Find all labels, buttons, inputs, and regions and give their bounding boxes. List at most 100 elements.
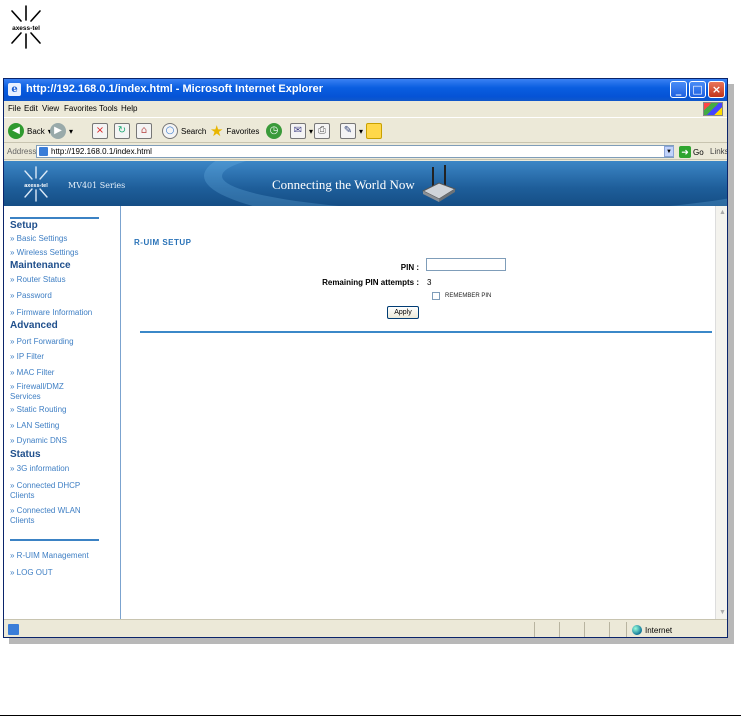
scroll-up-icon[interactable]: ▲: [719, 209, 726, 216]
forward-arrow-icon: ▶: [50, 123, 66, 139]
print-button[interactable]: ⎙: [314, 122, 330, 140]
browser-window: e http://192.168.0.1/index.html - Micros…: [3, 78, 728, 638]
menu-edit[interactable]: Edit: [24, 104, 38, 113]
search-label: Search: [181, 126, 207, 136]
sidebar-item-static-routing[interactable]: » Static Routing: [10, 405, 110, 415]
back-button[interactable]: ◀ Back ▾: [8, 122, 52, 140]
menu-view[interactable]: View: [42, 104, 59, 113]
apply-button[interactable]: Apply: [387, 306, 419, 319]
status-separator: [626, 622, 627, 637]
history-icon: ◷: [266, 123, 282, 139]
main-panel: R-UIM SETUP PIN : Remaining PIN attempts…: [122, 206, 715, 619]
sidebar-item-ip-filter[interactable]: » IP Filter: [10, 352, 110, 362]
edit-button[interactable]: ✎ ▾: [340, 122, 363, 140]
close-button[interactable]: ×: [708, 81, 725, 98]
banner-slogan: Connecting the World Now: [272, 177, 415, 192]
sidebar-divider: [10, 539, 99, 541]
sidebar-item-wireless-settings[interactable]: » Wireless Settings: [10, 248, 110, 258]
sidebar-item-password[interactable]: » Password: [10, 291, 110, 301]
scroll-down-icon[interactable]: ▼: [719, 609, 726, 616]
address-dropdown-icon[interactable]: ▼: [664, 146, 674, 157]
banner-logo-text: axess-tel: [24, 183, 48, 189]
sidebar-item-port-forwarding[interactable]: » Port Forwarding: [10, 337, 110, 347]
sidebar-item-mac-filter[interactable]: » MAC Filter: [10, 368, 110, 378]
doc-logo-text: axess-tel: [12, 25, 40, 32]
pin-label: PIN :: [400, 263, 419, 272]
windows-logo-icon: [703, 102, 723, 116]
menu-favorites[interactable]: Favorites: [64, 104, 97, 113]
history-button[interactable]: ◷: [266, 122, 282, 140]
window-title: http://192.168.0.1/index.html - Microsof…: [26, 83, 324, 95]
menu-help[interactable]: Help: [121, 104, 137, 113]
address-input[interactable]: http://192.168.0.1/index.html: [36, 145, 674, 158]
search-icon: ○: [162, 123, 178, 139]
vertical-scrollbar[interactable]: ▲ ▼: [715, 206, 727, 619]
refresh-icon: ↻: [114, 123, 130, 139]
minimize-button[interactable]: _: [670, 81, 687, 98]
go-arrow-icon: ➜: [679, 146, 691, 158]
sidebar-item-3g-information[interactable]: » 3G information: [10, 464, 110, 474]
refresh-button[interactable]: ↻: [114, 122, 130, 140]
sidebar-item-dynamic-dns[interactable]: » Dynamic DNS: [10, 436, 110, 446]
go-label: Go: [693, 147, 704, 157]
folder-icon: [366, 123, 382, 139]
sidebar-heading-status: Status: [10, 449, 41, 460]
forward-button[interactable]: ▶ ▾: [50, 122, 73, 140]
sidebar-item-router-status[interactable]: » Router Status: [10, 275, 110, 285]
section-divider: [140, 331, 712, 333]
menu-tools[interactable]: Tools: [99, 104, 118, 113]
router-banner: axess-tel MV401 Series Connecting the Wo…: [4, 161, 727, 206]
folder-button[interactable]: [366, 122, 382, 140]
sidebar-item-basic-settings[interactable]: » Basic Settings: [10, 234, 110, 244]
favorites-button[interactable]: ★ Favorites: [210, 122, 259, 140]
sidebar-item-firewall-dmz[interactable]: » Firewall/DMZ Services: [10, 382, 86, 402]
home-icon: ⌂: [136, 123, 152, 139]
edit-icon: ✎: [340, 123, 356, 139]
pin-input[interactable]: [426, 258, 506, 271]
banner-series: MV401 Series: [68, 181, 126, 190]
back-arrow-icon: ◀: [8, 123, 24, 139]
title-bar[interactable]: e http://192.168.0.1/index.html - Micros…: [4, 79, 727, 101]
stop-button[interactable]: ×: [92, 122, 108, 140]
status-separator: [559, 622, 560, 637]
search-button[interactable]: ○ Search: [162, 122, 206, 140]
document-page: axess-tel e http://192.168.0.1/index.htm…: [0, 0, 741, 724]
sidebar-heading-advanced: Advanced: [10, 320, 58, 331]
sidebar-item-dhcp-clients[interactable]: » Connected DHCP Clients: [10, 481, 90, 501]
menu-bar: File Edit View Favorites Tools Help: [4, 101, 727, 116]
print-icon: ⎙: [314, 123, 330, 139]
mail-dropdown-icon: ▾: [309, 126, 314, 136]
router-icon: [421, 165, 457, 202]
links-label[interactable]: Links: [710, 147, 727, 156]
status-separator: [534, 622, 535, 637]
forward-dropdown-icon: ▾: [69, 126, 74, 136]
stop-icon: ×: [92, 123, 108, 139]
address-bar: Address http://192.168.0.1/index.html ▼ …: [4, 144, 727, 160]
remaining-attempts-label: Remaining PIN attempts :: [322, 278, 419, 287]
sidebar-item-firmware-information[interactable]: » Firmware Information: [10, 308, 110, 318]
page-icon: [39, 147, 48, 156]
sidebar-item-logout[interactable]: » LOG OUT: [10, 568, 110, 578]
address-label: Address: [7, 147, 37, 156]
go-button[interactable]: ➜ Go: [679, 145, 704, 159]
ie-icon: e: [8, 83, 21, 96]
favorites-label: Favorites: [226, 126, 260, 136]
home-button[interactable]: ⌂: [136, 122, 152, 140]
axesstel-logo-icon: axess-tel: [11, 5, 41, 49]
menu-file[interactable]: File: [8, 104, 21, 113]
remember-pin-checkbox[interactable]: [432, 292, 440, 300]
sidebar-heading-setup: Setup: [10, 220, 38, 231]
sidebar-item-ruim-management[interactable]: » R-UIM Management: [10, 551, 110, 561]
status-separator: [609, 622, 610, 637]
maximize-button[interactable]: □: [689, 81, 706, 98]
page-title: R-UIM SETUP: [134, 238, 192, 247]
mail-button[interactable]: ✉ ▾: [290, 122, 313, 140]
internet-globe-icon: [632, 625, 642, 635]
sidebar-nav: Setup » Basic Settings » Wireless Settin…: [4, 206, 121, 619]
sidebar-item-wlan-clients[interactable]: » Connected WLAN Clients: [10, 506, 90, 526]
edit-dropdown-icon: ▾: [359, 126, 364, 136]
web-content: axess-tel MV401 Series Connecting the Wo…: [4, 161, 727, 619]
sidebar-item-lan-setting[interactable]: » LAN Setting: [10, 421, 110, 431]
sidebar-divider: [10, 217, 99, 219]
security-zone: Internet: [632, 625, 672, 635]
